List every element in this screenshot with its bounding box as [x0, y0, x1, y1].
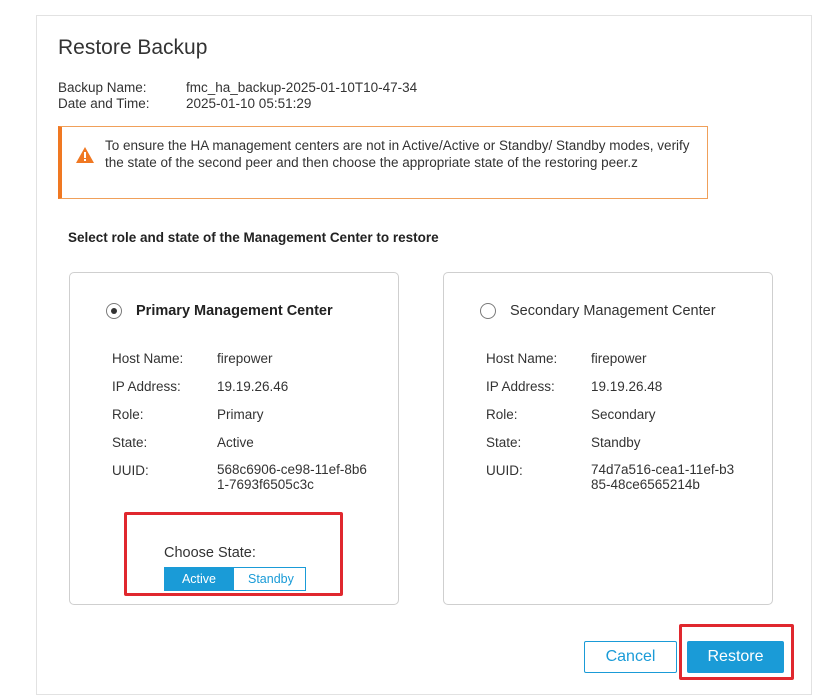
primary-radio[interactable]: [106, 303, 122, 319]
secondary-center-card[interactable]: Secondary Management Center Host Name: f…: [443, 272, 773, 605]
secondary-host-row: Host Name: firepower: [486, 350, 741, 378]
host-name-label: Host Name:: [486, 351, 558, 366]
state-label: State:: [486, 435, 522, 450]
uuid-label: UUID:: [112, 463, 149, 478]
date-time-row: Date and Time: 2025-01-10 05:51:29: [58, 96, 311, 111]
date-time-label: Date and Time:: [58, 96, 150, 111]
secondary-uuid-row: UUID: 74d7a516-cea1-11ef-b385-48ce656521…: [486, 462, 741, 492]
role-value: Secondary: [591, 407, 656, 422]
primary-host-row: Host Name: firepower: [112, 350, 367, 378]
secondary-state-row: State: Standby: [486, 434, 741, 462]
state-value: Active: [217, 435, 254, 450]
role-value: Primary: [217, 407, 264, 422]
uuid-label: UUID:: [486, 463, 523, 478]
primary-radio-row[interactable]: Primary Management Center: [106, 303, 333, 319]
warning-banner: To ensure the HA management centers are …: [58, 126, 708, 199]
host-name-value: firepower: [217, 351, 273, 366]
secondary-radio-row[interactable]: Secondary Management Center: [480, 303, 716, 319]
dialog-title: Restore Backup: [58, 36, 208, 59]
secondary-details: Host Name: firepower IP Address: 19.19.2…: [486, 350, 741, 492]
uuid-value: 568c6906-ce98-11ef-8b61-7693f6505c3c: [217, 462, 367, 492]
section-title: Select role and state of the Management …: [68, 230, 439, 245]
date-time-value: 2025-01-10 05:51:29: [186, 96, 312, 111]
state-value: Standby: [591, 435, 641, 450]
host-name-value: firepower: [591, 351, 647, 366]
primary-ip-row: IP Address: 19.19.26.46: [112, 378, 367, 406]
cancel-button[interactable]: Cancel: [584, 641, 677, 673]
primary-uuid-row: UUID: 568c6906-ce98-11ef-8b61-7693f6505c…: [112, 462, 367, 492]
uuid-value: 74d7a516-cea1-11ef-b385-48ce6565214b: [591, 462, 735, 492]
secondary-role-row: Role: Secondary: [486, 406, 741, 434]
primary-radio-label[interactable]: Primary Management Center: [136, 303, 333, 319]
primary-role-row: Role: Primary: [112, 406, 367, 434]
host-name-label: Host Name:: [112, 351, 184, 366]
secondary-radio[interactable]: [480, 303, 496, 319]
ip-address-label: IP Address:: [112, 379, 181, 394]
ip-address-value: 19.19.26.46: [217, 379, 289, 394]
ip-address-label: IP Address:: [486, 379, 555, 394]
backup-name-value: fmc_ha_backup-2025-01-10T10-47-34: [186, 80, 418, 95]
primary-state-row: State: Active: [112, 434, 367, 462]
secondary-ip-row: IP Address: 19.19.26.48: [486, 378, 741, 406]
state-label: State:: [112, 435, 148, 450]
role-label: Role:: [112, 407, 144, 422]
warning-triangle-icon: [76, 147, 94, 163]
role-label: Role:: [486, 407, 518, 422]
backup-name-label: Backup Name:: [58, 80, 147, 95]
warning-text: To ensure the HA management centers are …: [105, 138, 690, 170]
highlight-restore-button: [679, 624, 794, 680]
secondary-radio-label[interactable]: Secondary Management Center: [510, 303, 716, 319]
primary-details: Host Name: firepower IP Address: 19.19.2…: [112, 350, 367, 492]
ip-address-value: 19.19.26.48: [591, 379, 663, 394]
highlight-choose-state: [124, 512, 343, 596]
backup-name-row: Backup Name: fmc_ha_backup-2025-01-10T10-…: [58, 80, 417, 95]
